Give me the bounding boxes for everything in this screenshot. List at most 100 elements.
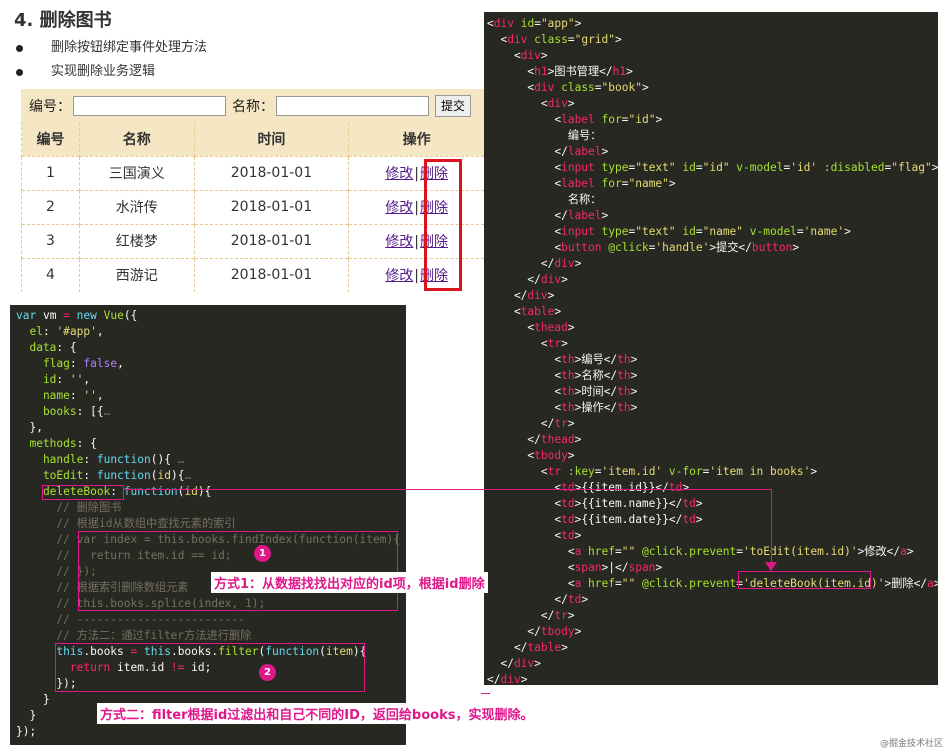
code-token: "book" [601, 81, 642, 94]
code-token: name [16, 389, 70, 402]
watermark: @掘金技术社区 [879, 739, 943, 749]
code-token: >编号</ [574, 353, 618, 366]
code-token: div [507, 33, 528, 46]
header-date: 时间 [194, 122, 350, 156]
code-token: > [547, 289, 555, 302]
code-token: // 删除图书 [16, 501, 122, 514]
code-token: th [617, 369, 631, 382]
code-token: @click [601, 241, 649, 254]
code-token: : [83, 453, 97, 466]
code-token: : { [76, 437, 97, 450]
code-token: '' [83, 389, 97, 402]
method1-note: 方式1：从数据找找出对应的id项，根据id删除 [211, 572, 488, 593]
code-token: a [927, 577, 934, 590]
code-token: :key [561, 465, 595, 478]
code-token: div [520, 49, 541, 62]
code-line: <label for="name"> [487, 176, 938, 192]
code-token: > [630, 353, 638, 366]
code-token: </ [487, 257, 555, 270]
code-token: > [792, 241, 800, 254]
submit-button[interactable]: 提交 [435, 94, 472, 117]
code-token: = [567, 33, 575, 46]
code-line: el: '#app', [16, 324, 406, 340]
code-token: ({ [123, 309, 138, 322]
code-token: v-model [743, 225, 797, 238]
code-token: = [615, 577, 622, 590]
code-token: < [487, 305, 521, 318]
code-token: '' [69, 373, 84, 386]
code-token: 'item.id' [601, 465, 663, 478]
code-token: : [83, 469, 97, 482]
code-token: // 根据id从数组中查找元素的索引 [16, 517, 236, 530]
code-token: >时间</ [574, 385, 618, 398]
code-token: th [561, 369, 575, 382]
code-token: > [810, 465, 818, 478]
name-label: 名称： [232, 98, 274, 115]
code-token: < [487, 497, 562, 510]
code-token: td [561, 481, 575, 494]
code-token: > [695, 497, 703, 510]
separator: | [414, 166, 419, 182]
code-token: td [561, 497, 575, 510]
code-line: </label> [487, 144, 938, 160]
edit-link[interactable]: 修改 [385, 200, 413, 216]
code-line: <h1>图书管理</h1> [487, 64, 938, 80]
code-token: var [16, 309, 37, 322]
bullet-item: 实现删除业务逻辑 [16, 60, 207, 84]
edit-link[interactable]: 修改 [385, 166, 413, 182]
code-token: h1 [534, 65, 548, 78]
delete-column-highlight [424, 159, 462, 291]
edit-link[interactable]: 修改 [385, 268, 413, 284]
code-token: td [682, 513, 696, 526]
code-token: : [69, 389, 84, 402]
id-label: 编号： [29, 98, 71, 115]
code-token: input [561, 225, 595, 238]
bullet-list: 删除按钮绑定事件处理方法 实现删除业务逻辑 [16, 36, 207, 84]
code-token: </ [487, 417, 555, 430]
code-token: Vue [103, 309, 124, 322]
code-line: <div> [487, 48, 938, 64]
code-token: "id" [702, 161, 730, 174]
id-input[interactable] [73, 95, 226, 116]
step-badge-2: 2 [259, 664, 276, 681]
code-token: methods [16, 437, 77, 450]
code-line: </div> [487, 288, 938, 304]
code-line: }); [16, 724, 406, 740]
code-token: < [487, 401, 562, 414]
code-token: td [668, 481, 683, 494]
code-line: <tbody> [487, 448, 938, 464]
code-token: > [601, 209, 609, 222]
code-token: th [561, 353, 575, 366]
code-token: > [695, 513, 703, 526]
code-line: name: '', [16, 388, 406, 404]
code-line: <th>时间</th> [487, 384, 938, 400]
code-token: < [487, 65, 535, 78]
code-token: </ [487, 273, 541, 286]
code-token: < [487, 161, 562, 174]
code-token: < [487, 449, 535, 462]
code-token: "" [621, 577, 636, 590]
cell-date: 2018-01-01 [194, 223, 350, 258]
code-token: "app" [540, 17, 575, 30]
code-token: : [42, 325, 57, 338]
code-token: > [567, 321, 575, 334]
code-line: books: [{… [16, 404, 406, 420]
code-token: </ [487, 673, 501, 686]
separator: | [414, 268, 419, 285]
code-token: < [487, 369, 562, 382]
code-line: <a href="" @click.prevent='toEdit(item.i… [487, 544, 938, 560]
code-token: a [900, 545, 907, 558]
code-token: }); [16, 725, 37, 738]
code-token: </ [487, 145, 568, 158]
code-token: > [520, 673, 528, 686]
code-token: > [630, 401, 638, 414]
code-token: v-model [729, 161, 784, 174]
code-token: for [594, 113, 622, 126]
name-input[interactable] [276, 95, 429, 116]
bullet-item: 删除按钮绑定事件处理方法 [16, 36, 207, 60]
table-row: 3 红楼梦 2018-01-01 修改|删除 [21, 223, 485, 258]
code-line: // 方法二：通过filter方法进行删除 [16, 628, 406, 644]
code-token: > [931, 161, 939, 174]
code-token: < [487, 177, 562, 190]
edit-link[interactable]: 修改 [385, 234, 413, 250]
